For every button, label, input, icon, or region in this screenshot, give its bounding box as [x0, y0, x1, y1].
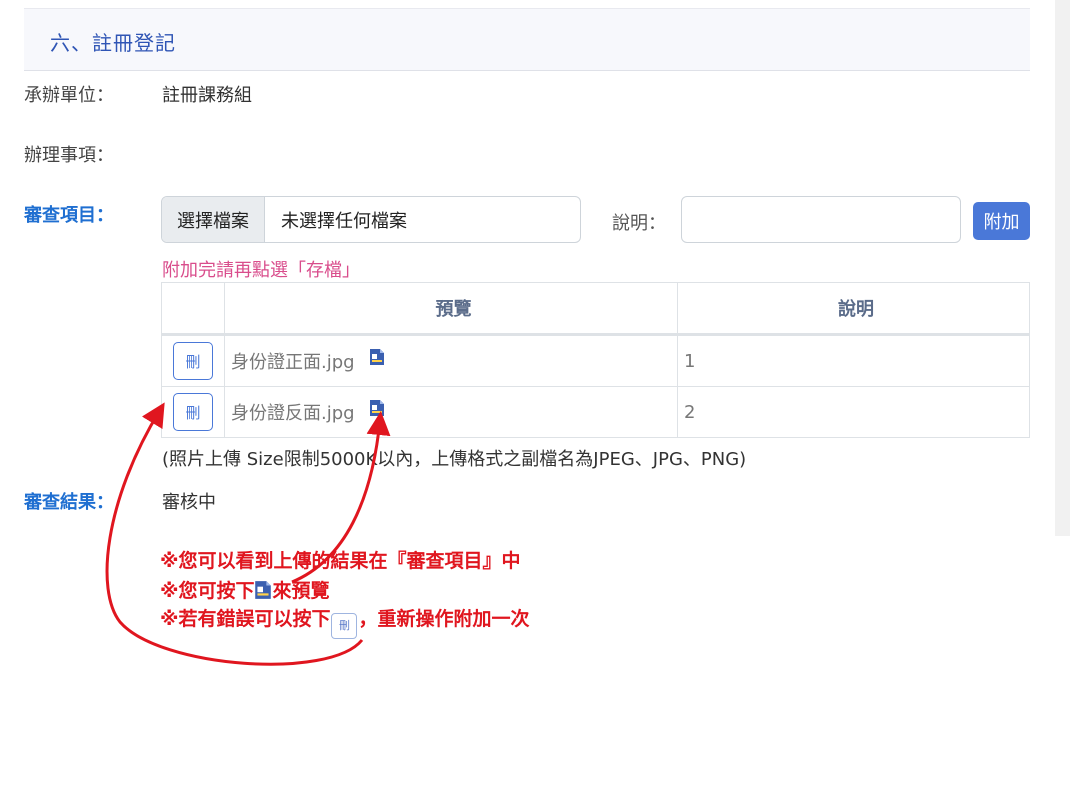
save-hint: 附加完請再點選「存檔」	[162, 260, 360, 281]
table-cell-description: 1	[677, 334, 1030, 387]
review-items-label: 審查項目：	[24, 205, 114, 226]
table-cell-action: 刪	[161, 334, 225, 387]
table-row: 刪 身份證正面.jpg 1	[161, 334, 1030, 387]
annotation-line-1: ※您可以看到上傳的結果在『審查項目』中	[160, 550, 521, 572]
file-status-text: 未選擇任何檔案	[281, 210, 407, 232]
file-preview-icon[interactable]	[369, 399, 385, 417]
attach-button[interactable]: 附加	[973, 202, 1030, 240]
table-header-preview: 預覽	[224, 282, 678, 336]
annotation-line-2: ※您可按下 來預覽	[160, 576, 330, 603]
annotation-line-2-suffix: 來預覽	[272, 580, 330, 602]
file-preview-icon	[254, 580, 272, 600]
scrollbar-track[interactable]	[1055, 0, 1070, 536]
section-title: 六、註冊登記	[50, 31, 176, 55]
description-input[interactable]	[681, 196, 961, 243]
review-result-value: 審核中	[162, 492, 216, 513]
delete-button[interactable]: 刪	[173, 342, 213, 380]
delete-button[interactable]: 刪	[173, 393, 213, 431]
choose-file-button[interactable]: 選擇檔案	[162, 197, 265, 242]
description-label: 說明：	[612, 213, 666, 234]
review-result-label: 審查結果：	[24, 492, 114, 513]
annotation-line-3-prefix: ※若有錯誤可以按下	[160, 608, 331, 630]
table-row: 刪 身份證反面.jpg 2	[161, 386, 1030, 438]
matter-label: 辦理事項：	[24, 145, 114, 166]
file-name: 身份證反面.jpg	[231, 403, 355, 424]
annotation-line-3: ※若有錯誤可以按下刪，重新操作附加一次	[160, 604, 530, 639]
file-preview-icon[interactable]	[369, 348, 385, 366]
upload-size-note: (照片上傳 Size限制5000K以內，上傳格式之副檔名為JPEG、JPG、PN…	[162, 449, 747, 470]
table-cell-description: 2	[677, 386, 1030, 438]
table-cell-preview: 身份證反面.jpg	[224, 386, 678, 438]
table-header-action	[161, 282, 225, 336]
uploaded-files-table: 預覽 說明 刪 身份證正面.jpg 1 刪 身份證反面.jpg 2	[161, 282, 1030, 438]
file-input[interactable]: 選擇檔案 未選擇任何檔案	[161, 196, 581, 243]
file-name: 身份證正面.jpg	[231, 352, 355, 373]
unit-value: 註冊課務組	[162, 85, 252, 106]
delete-icon: 刪	[331, 613, 358, 639]
section-header: 六、註冊登記	[24, 8, 1030, 71]
unit-label: 承辦單位：	[24, 85, 114, 106]
table-header-description: 說明	[677, 282, 1030, 336]
table-cell-preview: 身份證正面.jpg	[224, 334, 678, 387]
annotation-line-2-prefix: ※您可按下	[160, 580, 255, 602]
table-cell-action: 刪	[161, 386, 225, 438]
annotation-line-3-suffix: ，重新操作附加一次	[358, 608, 530, 630]
table-header-row: 預覽 說明	[161, 282, 1030, 336]
